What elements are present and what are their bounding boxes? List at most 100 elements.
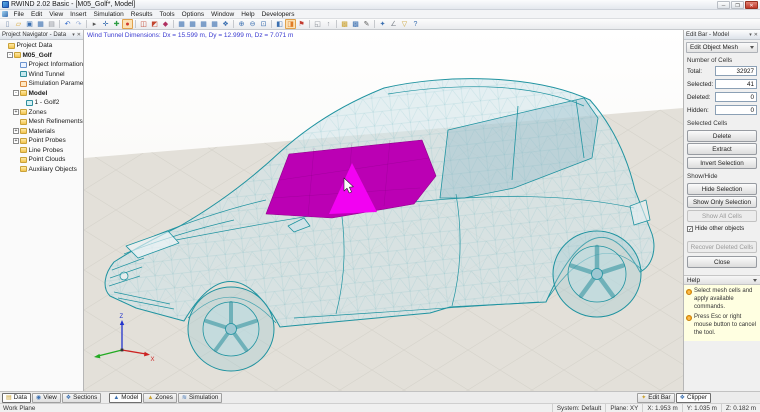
tools-misc-icon[interactable]: ✦ — [377, 19, 388, 29]
expander-icon[interactable]: - — [7, 52, 13, 59]
menu-options[interactable]: Options — [178, 10, 207, 19]
minimize-button[interactable]: ─ — [717, 0, 730, 9]
tree-item-point-clouds[interactable]: Point Clouds — [0, 155, 83, 165]
tab-sections[interactable]: ❖ Sections — [61, 392, 102, 403]
menu-edit[interactable]: Edit — [27, 10, 45, 19]
invert-selection-button[interactable]: Invert Selection — [687, 156, 757, 169]
measure-icon[interactable]: ∠ — [388, 19, 399, 29]
annotate-icon[interactable]: ✎ — [361, 19, 372, 29]
copy-view-icon[interactable]: ◱ — [312, 19, 323, 29]
panel-close-icon[interactable]: ✕ — [77, 31, 81, 39]
table-graphs-icon[interactable]: ▦ — [209, 19, 220, 29]
close-button[interactable]: Close — [687, 255, 757, 268]
menu-results[interactable]: Results — [127, 10, 156, 19]
extract-button[interactable]: Extract — [687, 143, 757, 155]
tree-item-materials[interactable]: + Materials — [0, 127, 83, 137]
menu-file[interactable]: File — [10, 10, 27, 19]
zoom-in-icon[interactable]: ⊕ — [236, 19, 247, 29]
total-input[interactable]: 32927 — [715, 66, 757, 76]
expander-icon[interactable]: + — [13, 128, 19, 135]
export-view-icon[interactable]: ↑ — [323, 19, 334, 29]
tab-zones[interactable]: ▲ Zones — [143, 392, 177, 403]
table-zones-icon[interactable]: ▦ — [187, 19, 198, 29]
open-file-icon[interactable]: ▱ — [13, 19, 24, 29]
model-scene[interactable]: Z X — [84, 30, 683, 391]
tree-item-zones[interactable]: + Zones — [0, 108, 83, 118]
new-file-icon[interactable]: ▯ — [2, 19, 13, 29]
tree-item-wind-tunnel[interactable]: Wind Tunnel — [0, 70, 83, 80]
redo-icon[interactable]: ↷ — [73, 19, 84, 29]
add-object-icon[interactable]: ✚ — [111, 19, 122, 29]
tree-item-1-golf2[interactable]: 1 - Golf2 — [0, 98, 83, 108]
hidden-input[interactable]: 0 — [715, 105, 757, 115]
expander-icon[interactable]: - — [13, 90, 19, 97]
tab-clipper[interactable]: ❖ Clipper — [675, 392, 711, 403]
window-layout-icon[interactable]: ❖ — [220, 19, 231, 29]
tree-item-auxiliary-objects[interactable]: Auxiliary Objects — [0, 165, 83, 175]
maximize-button[interactable]: ❐ — [731, 0, 744, 9]
menu-insert[interactable]: Insert — [67, 10, 90, 19]
menu-developers[interactable]: Developers — [258, 10, 298, 19]
select-arrow-icon[interactable]: ▸ — [89, 19, 100, 29]
menu-help[interactable]: Help — [238, 10, 258, 19]
undo-icon[interactable]: ↶ — [62, 19, 73, 29]
3d-viewport[interactable]: Wind Tunnel Dimensions: Dx = 15.599 m, D… — [84, 30, 683, 391]
simulation-settings-icon[interactable]: ◩ — [149, 19, 160, 29]
view-options-icon[interactable]: ◧ — [274, 19, 285, 29]
table-results-icon[interactable]: ▦ — [176, 19, 187, 29]
tree-item-label: Project Data — [16, 42, 53, 50]
tree-item-m05-golf[interactable]: - M05_Golf — [0, 51, 83, 61]
expander-icon[interactable]: + — [13, 109, 19, 116]
edit-mode-dropdown[interactable]: Edit Object Mesh — [686, 42, 758, 53]
tab-view[interactable]: ◉ View — [31, 392, 61, 403]
help-pointer-icon[interactable]: ? — [410, 19, 421, 29]
palette-a-icon[interactable]: ▩ — [339, 19, 350, 29]
recover-deleted-cells-button[interactable]: Recover Deleted Cells — [687, 240, 757, 253]
tree-item-simulation-parameters[interactable]: Simulation Parameters — [0, 79, 83, 89]
panel-menu-icon[interactable]: ▾ — [72, 31, 75, 39]
palette-b-icon[interactable]: ▩ — [350, 19, 361, 29]
tree-item-label: Mesh Refinements — [28, 118, 83, 126]
menu-window[interactable]: Window — [208, 10, 238, 19]
show-all-cells-button[interactable]: Show All Cells — [687, 209, 757, 222]
tree-item-mesh-refinements[interactable]: Mesh Refinements — [0, 117, 83, 127]
tab-model[interactable]: ▲ Model — [109, 392, 143, 403]
tab-data[interactable]: ▤ Data — [2, 392, 31, 403]
tree-item-project-information[interactable]: Project Information — [0, 60, 83, 70]
help-section-header[interactable]: Help — [684, 275, 760, 285]
show-only-selection-button[interactable]: Show Only Selection — [687, 196, 757, 208]
panel-close-icon[interactable]: ✕ — [754, 31, 758, 39]
edit-mesh-mode-icon[interactable]: ◨ — [285, 19, 296, 29]
tree-item-model[interactable]: - Model — [0, 89, 83, 99]
zoom-out-icon[interactable]: ⊖ — [247, 19, 258, 29]
tab-edit-bar[interactable]: ✦ Edit Bar — [637, 392, 675, 403]
save-icon[interactable]: ▣ — [24, 19, 35, 29]
expander-icon[interactable]: + — [13, 137, 19, 144]
delete-button[interactable]: Delete — [687, 129, 757, 142]
flag-tool-icon[interactable]: ⚑ — [296, 19, 307, 29]
print-icon[interactable]: ▤ — [46, 19, 57, 29]
filter-icon[interactable]: ▽ — [399, 19, 410, 29]
zoom-window-icon[interactable]: ⊡ — [258, 19, 269, 29]
hide-other-objects-checkbox-row[interactable]: ✓ Hide other objects — [687, 225, 757, 233]
tab-simulation[interactable]: ≋ Simulation — [177, 392, 223, 403]
deleted-input[interactable]: 0 — [715, 92, 757, 102]
selected-cells-label: Selected Cells — [687, 120, 728, 127]
close-button[interactable]: ✕ — [745, 0, 758, 9]
hide-selection-button[interactable]: Hide Selection — [687, 182, 757, 195]
table-probes-icon[interactable]: ▦ — [198, 19, 209, 29]
tree-item-project-data[interactable]: Project Data — [0, 41, 83, 51]
menu-tools[interactable]: Tools — [156, 10, 178, 19]
menu-view[interactable]: View — [46, 10, 67, 19]
save-as-icon[interactable]: ▦ — [35, 19, 46, 29]
tree-item-point-probes[interactable]: + Point Probes — [0, 136, 83, 146]
wind-tunnel-tool-icon[interactable]: ◫ — [138, 19, 149, 29]
panel-menu-icon[interactable]: ▾ — [749, 31, 752, 39]
mesh-tool-icon[interactable]: ◆ — [160, 19, 171, 29]
selected-input[interactable]: 41 — [715, 79, 757, 89]
tree-item-line-probes[interactable]: Line Probes — [0, 146, 83, 156]
menu-simulation[interactable]: Simulation — [90, 10, 127, 19]
move-tool-icon[interactable]: ✛ — [100, 19, 111, 29]
hide-other-objects-checkbox[interactable]: ✓ — [687, 225, 693, 233]
select-cells-tool-icon[interactable]: ● — [122, 19, 133, 29]
